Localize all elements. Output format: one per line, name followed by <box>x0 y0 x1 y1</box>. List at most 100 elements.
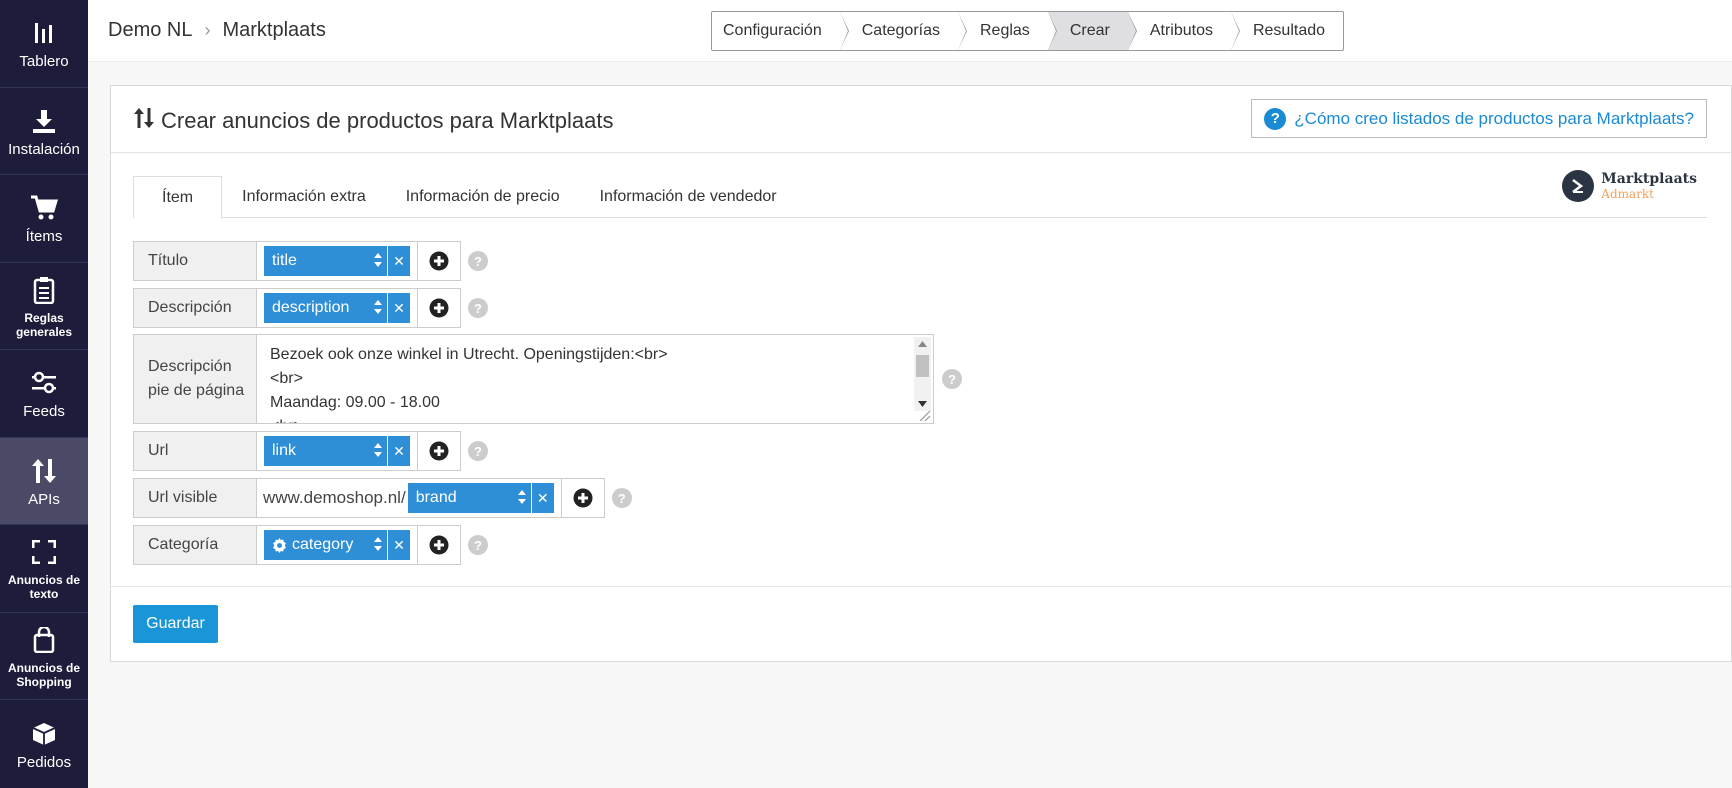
tab-informacion-vendedor[interactable]: Información de vendedor <box>580 176 797 218</box>
clipboard-icon <box>33 273 55 307</box>
sidebar-item-label: Instalación <box>8 140 80 158</box>
sort-arrows-icon <box>517 489 527 510</box>
logo-name: Marktplaats <box>1601 171 1697 187</box>
sidebar-item-anuncios-shopping[interactable]: Anuncios de Shopping <box>0 613 88 700</box>
field-select-wrap: link ✕ <box>257 431 418 471</box>
step-resultado[interactable]: Resultado <box>1231 12 1343 50</box>
field-select-wrap: description ✕ <box>257 288 418 328</box>
select-value: brand <box>415 489 457 506</box>
sidebar-item-instalacion[interactable]: Instalación <box>0 88 88 175</box>
dashboard-icon <box>33 16 55 50</box>
gear-icon <box>273 537 286 553</box>
url-visible-select[interactable]: brand <box>407 483 531 513</box>
sort-arrows-icon <box>373 536 383 557</box>
textarea-line: <br> <box>270 370 303 387</box>
url-prefix: www.demoshop.nl/ <box>263 488 406 507</box>
logo-sub: Admarkt <box>1601 187 1654 201</box>
save-button[interactable]: Guardar <box>133 605 218 643</box>
step-categorias[interactable]: Categorías <box>840 12 968 50</box>
footer-description-textarea[interactable]: Bezoek ook onze winkel in Utrecht. Openi… <box>257 334 934 424</box>
form-row-url: Url link ✕ ? <box>133 431 488 471</box>
sidebar-item-feeds[interactable]: Feeds <box>0 350 88 438</box>
plus-circle-icon <box>573 488 593 508</box>
sidebar-item-reglas-generales[interactable]: Reglas generales <box>0 263 88 350</box>
titulo-select[interactable]: title <box>264 246 387 276</box>
sort-arrows-icon <box>373 252 383 273</box>
breadcrumb-channel[interactable]: Marktplaats <box>222 19 325 42</box>
add-button[interactable] <box>418 431 461 471</box>
field-select-wrap: www.demoshop.nl/ brand ✕ <box>257 478 562 518</box>
help-icon[interactable]: ? <box>468 535 488 555</box>
sidebar-item-label: Reglas generales <box>15 310 73 339</box>
add-button[interactable] <box>561 478 605 518</box>
add-button[interactable] <box>418 288 461 328</box>
help-link[interactable]: ? ¿Cómo creo listados de productos para … <box>1251 99 1707 138</box>
help-icon[interactable]: ? <box>611 488 632 508</box>
sidebar-item-tablero[interactable]: Tablero <box>0 0 88 88</box>
panel-header: Crear anuncios de productos para Marktpl… <box>111 86 1731 153</box>
sidebar-item-label: Anuncios de texto <box>7 573 80 602</box>
breadcrumb-account[interactable]: Demo NL <box>108 19 192 42</box>
textarea-line: Bezoek ook onze winkel in Utrecht. Openi… <box>270 346 668 363</box>
step-atributos[interactable]: Atributos <box>1128 12 1241 50</box>
clear-icon[interactable]: ✕ <box>388 436 410 466</box>
plus-circle-icon <box>429 298 449 318</box>
tab-informacion-precio[interactable]: Información de precio <box>386 176 580 218</box>
sidebar: Tablero Instalación Ítems Reglas general… <box>0 0 88 788</box>
field-label: Descripción pie de página <box>133 334 257 424</box>
tab-item[interactable]: Ítem <box>133 176 223 219</box>
form-row-titulo: Título title ✕ ? <box>133 241 488 281</box>
plus-circle-icon <box>429 441 449 461</box>
field-label: Descripción <box>133 288 257 328</box>
main-panel: Crear anuncios de productos para Marktpl… <box>110 85 1732 662</box>
step-reglas[interactable]: Reglas <box>958 12 1057 50</box>
updown-arrows-icon <box>133 106 155 136</box>
clear-icon[interactable]: ✕ <box>531 483 554 513</box>
shopping-bag-icon <box>33 623 55 657</box>
sidebar-item-anuncios-texto[interactable]: Anuncios de texto <box>0 525 88 613</box>
sort-arrows-icon <box>373 442 383 463</box>
help-icon[interactable]: ? <box>468 441 488 461</box>
textarea-scrollbar[interactable] <box>914 337 931 411</box>
sidebar-item-label: APIs <box>28 490 60 508</box>
sidebar-item-items[interactable]: Ítems <box>0 175 88 263</box>
sidebar-item-label: Feeds <box>23 403 65 421</box>
scrollbar-thumb[interactable] <box>916 355 929 377</box>
wizard-steps: Configuración Categorías Reglas Crear At… <box>711 11 1345 51</box>
step-crear[interactable]: Crear <box>1047 12 1137 50</box>
clear-icon[interactable]: ✕ <box>388 530 410 560</box>
updown-arrows-icon <box>31 454 57 488</box>
field-label-line2: pie de página <box>148 382 245 399</box>
clear-icon[interactable]: ✕ <box>388 246 410 276</box>
divider <box>111 586 1731 587</box>
help-link-text: ¿Cómo creo listados de productos para Ma… <box>1294 108 1694 128</box>
question-circle-icon: ? <box>1264 107 1287 130</box>
page-title: Crear anuncios de productos para Marktpl… <box>133 106 613 136</box>
help-icon[interactable]: ? <box>468 251 488 271</box>
field-select-wrap: title ✕ <box>257 241 418 281</box>
help-icon[interactable]: ? <box>942 369 962 389</box>
textarea-line: Maandag: 09.00 - 18.00 <box>270 394 440 411</box>
sidebar-item-apis[interactable]: APIs <box>0 437 88 525</box>
sidebar-item-label: Tablero <box>19 53 69 71</box>
select-value: description <box>272 299 350 316</box>
descripcion-select[interactable]: description <box>264 293 387 323</box>
clear-icon[interactable]: ✕ <box>388 293 410 323</box>
resize-handle-icon[interactable] <box>917 409 931 421</box>
plus-circle-icon <box>429 251 449 271</box>
cart-icon <box>30 191 58 225</box>
step-configuracion[interactable]: Configuración <box>712 12 849 50</box>
field-label: Título <box>133 241 257 281</box>
marktplaats-logo-icon <box>1562 170 1595 202</box>
tab-informacion-extra[interactable]: Información extra <box>222 176 386 218</box>
select-value: category <box>292 536 354 553</box>
sidebar-item-label: Pedidos <box>16 753 72 771</box>
expand-icon <box>32 535 56 569</box>
help-icon[interactable]: ? <box>468 298 488 318</box>
sidebar-item-pedidos[interactable]: Pedidos <box>0 700 88 788</box>
page-title-text: Crear anuncios de productos para Marktpl… <box>161 108 614 133</box>
url-select[interactable]: link <box>264 436 387 466</box>
add-button[interactable] <box>418 525 461 565</box>
categoria-select[interactable]: category <box>264 530 387 560</box>
add-button[interactable] <box>418 241 461 281</box>
